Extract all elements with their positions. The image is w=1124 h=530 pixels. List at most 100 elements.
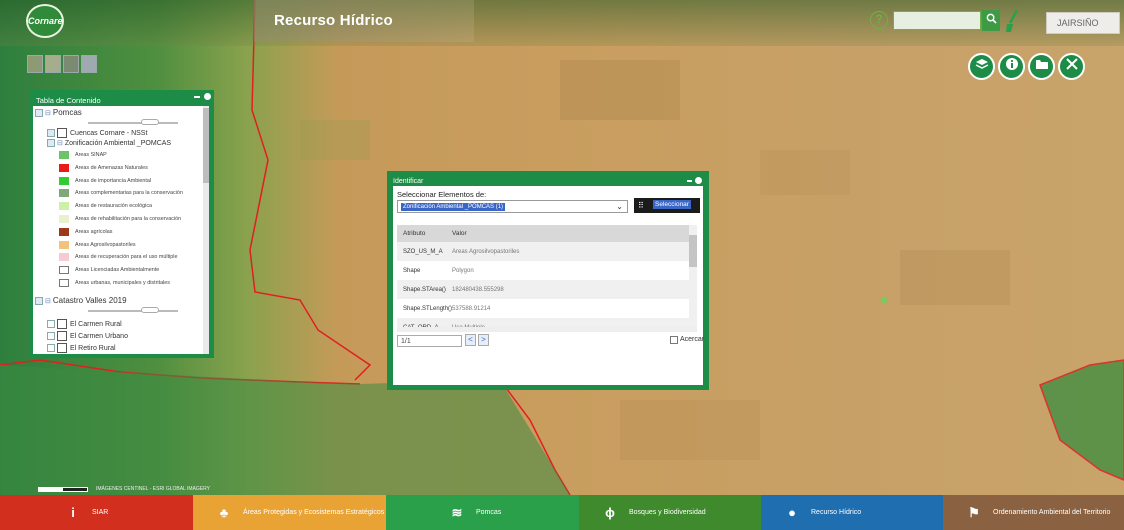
nav-item-label: Áreas Protegidas y Ecosistemas Estratégi… [243, 509, 385, 516]
checkbox[interactable] [47, 344, 55, 352]
checkbox[interactable] [35, 108, 43, 117]
layer-label: El Carmen Rural [70, 320, 122, 328]
value-cell: 182480438.555298 [452, 286, 504, 293]
toc-layer[interactable]: Cuencas Cornare - NSSt [47, 128, 147, 138]
scale-bar [38, 487, 88, 492]
checkbox[interactable] [57, 331, 67, 341]
toc-layer[interactable]: ⊟ Zonificación Ambiental _POMCAS [47, 139, 171, 147]
dialog-body: Seleccionar Elementos de: Zonificación A… [393, 186, 705, 385]
nav-item-4[interactable]: ϕ Bosques y Biodiversidad [579, 495, 761, 530]
tree-toggle[interactable]: ⊟ [45, 297, 51, 305]
legend-label: Areas Agrosilvopastoriles [75, 241, 136, 248]
legend-label: Areas agrícolas [75, 228, 113, 235]
legend-swatch [59, 176, 69, 185]
nav-item-1[interactable]: i SIAR [0, 495, 193, 530]
dialog-title: Identificar [393, 178, 424, 185]
checkbox[interactable] [47, 129, 55, 137]
scrollbar-thumb[interactable] [203, 108, 209, 183]
legend-label: Areas de rehabilitación para la conserva… [75, 216, 182, 222]
opacity-slider[interactable] [88, 310, 178, 312]
layers-icon[interactable] [968, 53, 995, 80]
scrollbar[interactable] [689, 225, 697, 327]
search-icon[interactable] [982, 10, 1000, 31]
toc-layer[interactable]: El Carmen Urbano [47, 331, 128, 341]
layer-label: Zonificación Ambiental _POMCAS [64, 139, 172, 147]
scrollbar[interactable] [203, 106, 209, 354]
layer-select[interactable]: Zonificación Ambiental _POMCAS (1) ⌄ [397, 200, 628, 213]
nav-item-label: Bosques y Biodiversidad [629, 509, 706, 516]
folder-icon[interactable] [1028, 53, 1055, 80]
legend-label: Areas de importancia Ambiental [75, 177, 152, 184]
legend-item: Areas complementarias para la conservaci… [59, 189, 183, 198]
toc-group[interactable]: ⊟ Pomcas [35, 108, 82, 117]
toc-title: Tabla de Contenido [36, 96, 101, 105]
slider-handle[interactable] [141, 307, 159, 313]
next-page-button[interactable]: > [478, 334, 489, 346]
checkbox[interactable] [47, 320, 55, 328]
checkbox[interactable] [57, 343, 67, 353]
info-icon[interactable] [998, 53, 1025, 80]
legend-label: Areas urbanas, municipales y distritales [75, 280, 170, 286]
tools-icon[interactable] [1058, 53, 1085, 80]
basemap-thumbnail[interactable] [27, 55, 43, 73]
prev-page-button[interactable]: < [465, 334, 476, 346]
help-icon[interactable]: ? [870, 11, 888, 29]
cornare-logo[interactable]: Cornare [26, 4, 64, 38]
slider-handle[interactable] [141, 119, 159, 125]
nav-item-3[interactable]: ≋ Pomcas [386, 495, 579, 530]
basemap-thumbnail[interactable] [81, 55, 97, 73]
legend-label: Areas de recuperación para el uso múltip… [75, 254, 178, 261]
legend-swatch [59, 215, 69, 223]
layer-label: El Retiro Rural [70, 344, 116, 352]
identify-dialog: Identificar Seleccionar Elementos de: Zo… [387, 171, 709, 390]
chevron-down-icon[interactable]: ⌄ [616, 202, 623, 211]
info-icon-glyph [1005, 58, 1018, 70]
scrollbar-thumb[interactable] [689, 235, 697, 267]
toc-layer[interactable]: El Carmen Rural [47, 319, 122, 329]
nav-item-6[interactable]: ⚑ Ordenamiento Ambiental del Territorio [943, 495, 1124, 530]
toc-group[interactable]: ⊟ Catastro Valles 2019 [35, 296, 127, 305]
checkbox[interactable] [57, 319, 67, 329]
opacity-slider[interactable] [88, 122, 178, 124]
legend-label: Areas de Amenazas Naturales [75, 164, 148, 171]
zoom-to-checkbox[interactable] [670, 336, 678, 344]
bottom-navigation: i SIAR ♣ Áreas Protegidas y Ecosistemas Est… [0, 495, 1124, 530]
nav-item-2[interactable]: ♣ Áreas Protegidas y Ecosistemas Estratég… [193, 495, 386, 530]
attribute-cell: Shape.STArea() [403, 286, 446, 293]
close-icon[interactable] [695, 177, 702, 184]
tree-toggle[interactable]: ⊟ [57, 139, 63, 147]
checkbox[interactable] [57, 128, 67, 138]
table-of-contents-panel: Tabla de Contenido ⊟ Pomcas Cuencas Corn… [30, 90, 214, 358]
horizontal-scrollbar[interactable] [397, 327, 697, 332]
app-header: Cornare Recurso Hídrico ? JAIRSIÑO [0, 0, 1124, 46]
nav-item-5[interactable]: ● Recurso Hídrico [761, 495, 943, 530]
toc-layer[interactable]: El Retiro Rural [47, 343, 116, 353]
selected-layer: Zonificación Ambiental _POMCAS (1) [401, 203, 506, 211]
nav-item-label: Pomcas [476, 509, 502, 516]
checkbox[interactable] [47, 139, 55, 147]
legend-swatch [59, 279, 69, 287]
checkbox[interactable] [47, 332, 55, 340]
checkbox[interactable] [35, 296, 43, 305]
search-input[interactable] [893, 11, 981, 30]
user-menu[interactable]: JAIRSIÑO [1046, 12, 1120, 34]
zoom-to-label: Acercar [680, 336, 705, 343]
legend-item: Areas de rehabilitación para la conserva… [59, 215, 181, 223]
legend-label: Areas Licenciadas Ambientalmente [75, 267, 160, 274]
value-cell: Polygon [452, 267, 474, 274]
legend-item: Areas Agrosilvopastoriles [59, 240, 136, 249]
nav-item-label: SIAR [92, 509, 109, 516]
select-button[interactable]: ⠿ Seleccionar [634, 198, 700, 213]
close-icon[interactable] [204, 93, 211, 100]
brush-icon[interactable] [1005, 8, 1019, 34]
basemap-thumbnail[interactable] [45, 55, 61, 73]
minimize-icon[interactable] [687, 180, 692, 182]
basemap-thumbnail[interactable] [63, 55, 79, 73]
table-row: Shape.STLength() 537588.91214 [397, 299, 693, 318]
minimize-icon[interactable] [194, 96, 200, 98]
legend-item: Areas urbanas, municipales y distritales [59, 279, 170, 287]
layers-icon-glyph [975, 59, 988, 69]
map-attribution: IMÁGENES CENTINEL - ESRI GLOBAL IMAGERY [96, 486, 211, 492]
tree-toggle[interactable]: ⊟ [45, 109, 51, 117]
territory-icon: ⚑ [968, 504, 980, 520]
